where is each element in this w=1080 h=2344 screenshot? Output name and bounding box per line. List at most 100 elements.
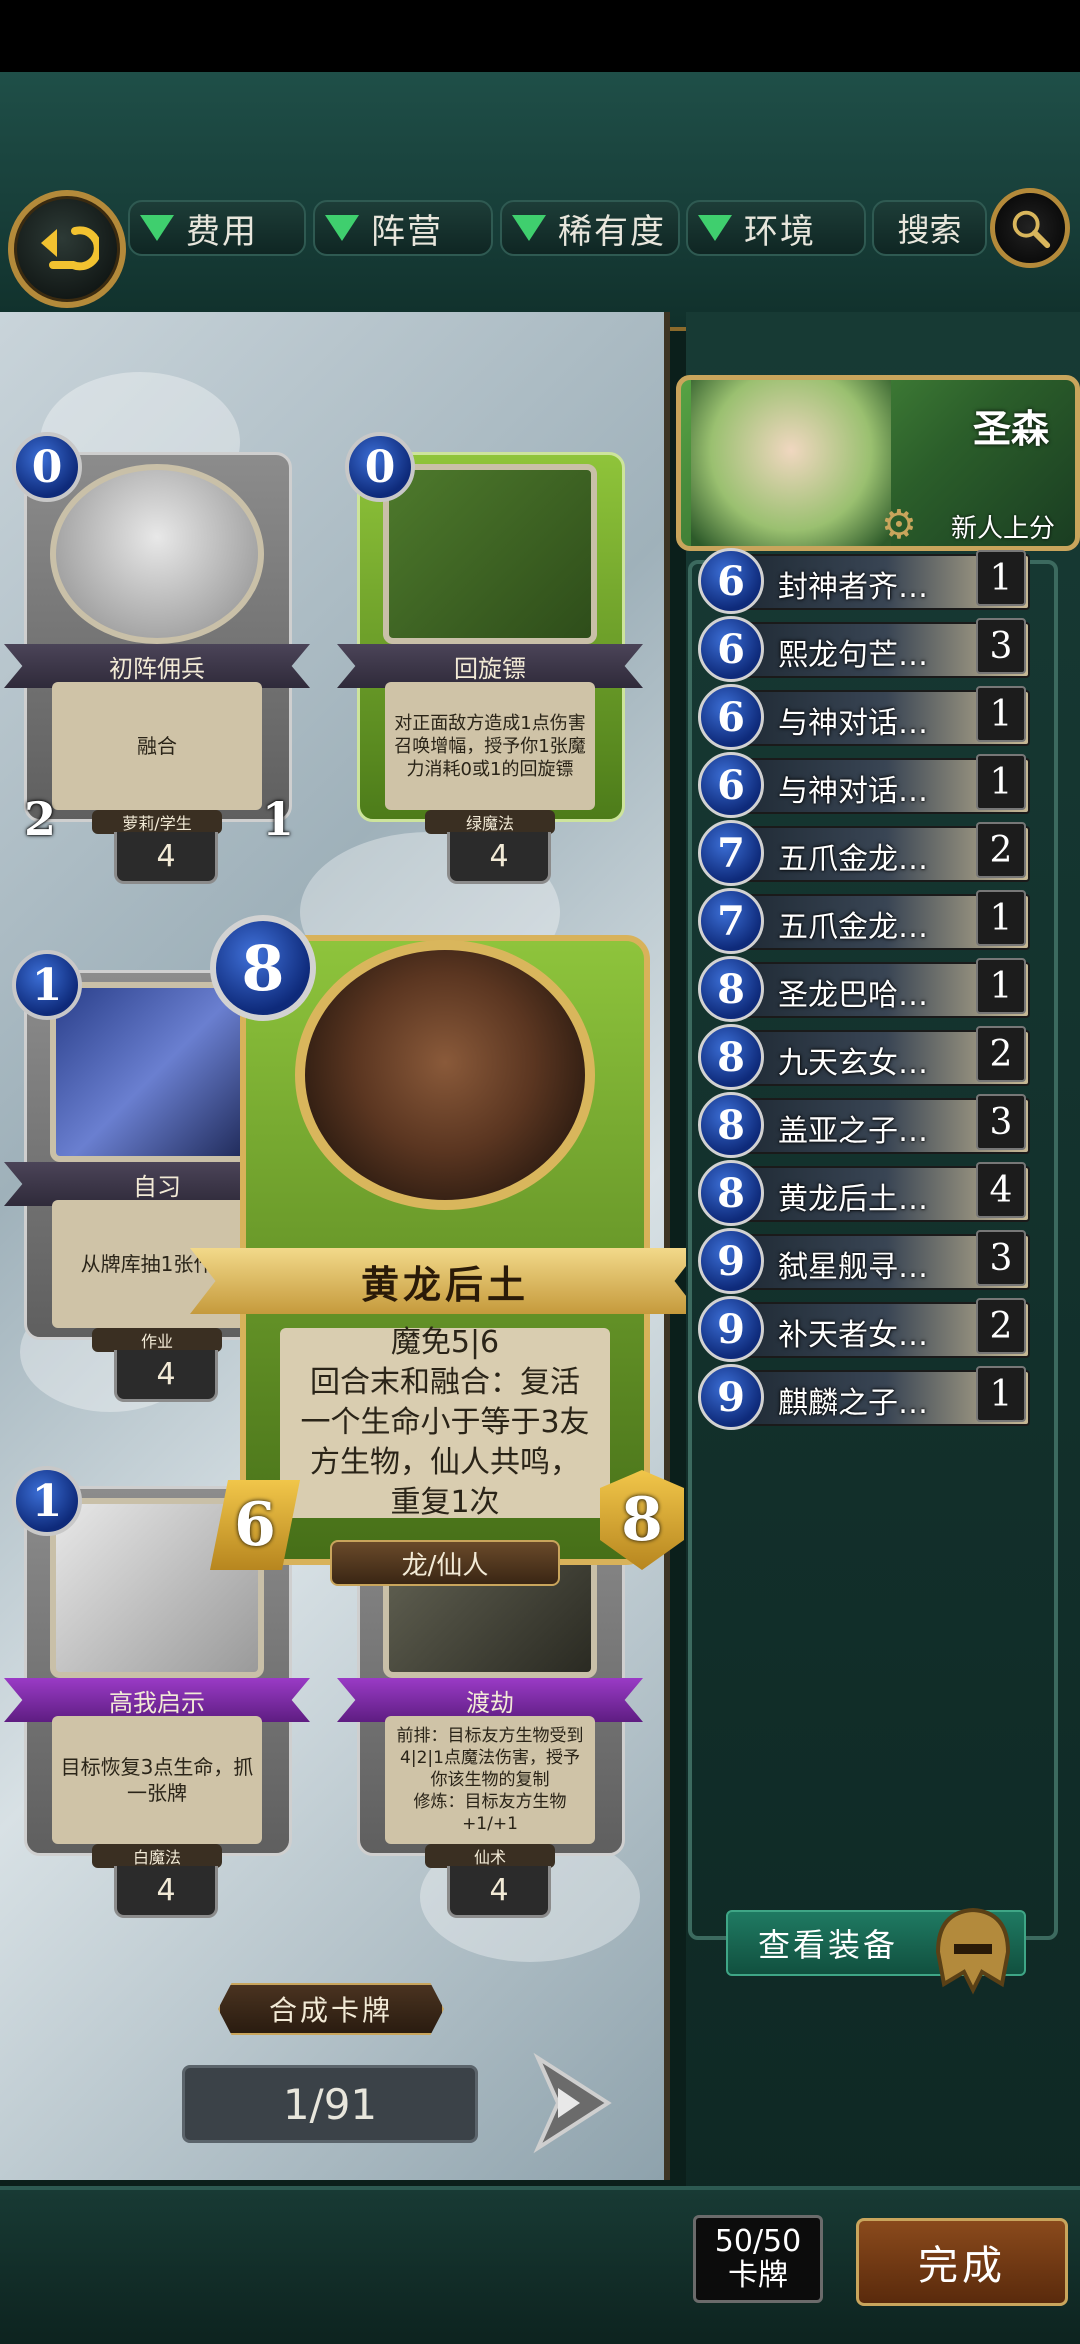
filter-cost[interactable]: 费用	[128, 200, 306, 256]
deck-entry[interactable]: 补天者女… 2 9	[698, 1296, 1030, 1362]
attack-value: 2	[24, 792, 57, 846]
description-line: 一个生命小于等于3友	[300, 1405, 590, 1440]
dropdown-triangle-icon	[698, 215, 732, 241]
deck-entry[interactable]: 九天玄女… 2 8	[698, 1024, 1030, 1090]
card-owned-count: 4	[447, 1866, 551, 1918]
card-owned-count: 4	[114, 1866, 218, 1918]
gear-icon[interactable]: ⚙	[881, 502, 917, 546]
deck-entry[interactable]: 圣龙巴哈… 1 8	[698, 956, 1030, 1022]
collection-card[interactable]: 回旋镖 对正面敌方造成1点伤害 召唤增幅，授予你1张魔力消耗0或1的回旋镖 绿魔…	[337, 432, 643, 884]
deck-count-value: 50/50	[714, 2224, 802, 2259]
search-button[interactable]	[990, 188, 1070, 268]
deck-entry-name: 补天者女…	[778, 1318, 928, 1353]
back-button[interactable]	[8, 190, 126, 308]
deck-entry-cost: 8	[698, 1092, 764, 1158]
dropdown-triangle-icon	[512, 215, 546, 241]
craft-card-button[interactable]: 合成卡牌	[218, 1983, 444, 2035]
deck-entry-name: 封神者齐…	[778, 570, 928, 605]
deck-entry-name: 九天玄女…	[778, 1046, 928, 1081]
deck-entry-quantity: 1	[976, 686, 1026, 742]
deck-entry-cost: 9	[698, 1296, 764, 1362]
featured-card-preview[interactable]: 黄龙后土 魔免5|6 回合末和融合：复活 一个生命小于等于3友 方生物，仙人共鸣…	[190, 880, 700, 1600]
deck-entry-name: 麒麟之子…	[778, 1386, 928, 1421]
deck-entry-quantity: 1	[976, 754, 1026, 810]
filter-environment[interactable]: 环境	[686, 200, 866, 256]
deck-entry[interactable]: 五爪金龙… 1 7	[698, 888, 1030, 954]
mana-cost-gem: 1	[12, 1466, 82, 1536]
deck-entry-cost: 7	[698, 820, 764, 886]
deck-entry-quantity: 2	[976, 1298, 1026, 1354]
card-owned-count: 4	[447, 832, 551, 884]
back-arrow-icon	[41, 226, 99, 271]
deck-entry-cost: 9	[698, 1364, 764, 1430]
filter-environment-label: 环境	[744, 211, 816, 252]
deck-entry-cost: 6	[698, 616, 764, 682]
deck-entry-quantity: 4	[976, 1162, 1026, 1218]
page-indicator: 1/91	[182, 2065, 478, 2143]
card-art	[383, 464, 597, 644]
deck-entry-cost: 9	[698, 1228, 764, 1294]
deck-entry-name: 弑星舰寻…	[778, 1250, 928, 1285]
deck-mode: 新人上分	[950, 514, 1055, 544]
mana-cost-gem: 0	[12, 432, 82, 502]
deck-entry-name: 圣龙巴哈…	[778, 978, 928, 1013]
card-type: 萝莉/学生	[92, 810, 222, 834]
filter-rarity-label: 稀有度	[558, 211, 666, 252]
deck-entry[interactable]: 麒麟之子… 1 9	[698, 1364, 1030, 1430]
status-bar	[0, 0, 1080, 72]
card-art	[50, 464, 264, 644]
description-line: 魔免5|6	[390, 1325, 500, 1360]
magnifier-icon	[1012, 210, 1051, 249]
deck-entry-name: 盖亚之子…	[778, 1114, 928, 1149]
deck-entry[interactable]: 黄龙后土… 4 8	[698, 1160, 1030, 1226]
dropdown-triangle-icon	[325, 215, 359, 241]
deck-entry[interactable]: 盖亚之子… 3 8	[698, 1092, 1030, 1158]
description-line: 重复1次	[390, 1485, 500, 1520]
deck-hero-portrait	[691, 380, 891, 546]
deck-entry-cost: 6	[698, 684, 764, 750]
card-description: 前排：目标友方生物受到4|2|1点魔法伤害，授予你该生物的复制 修炼：目标友方生…	[385, 1716, 595, 1844]
deck-entry-name: 与神对话…	[778, 774, 928, 809]
next-arrow-icon	[533, 2052, 612, 2154]
filter-faction[interactable]: 阵营	[313, 200, 493, 256]
featured-mana-cost: 8	[210, 915, 316, 1021]
deck-entry-quantity: 2	[976, 822, 1026, 878]
deck-entry-quantity: 3	[976, 1094, 1026, 1150]
deck-entry-quantity: 1	[976, 550, 1026, 606]
card-type: 白魔法	[92, 1844, 222, 1868]
deck-entry-name: 熙龙句芒…	[778, 638, 928, 673]
filter-faction-label: 阵营	[371, 211, 443, 252]
card-owned-count: 4	[114, 1350, 218, 1402]
deck-entry[interactable]: 弑星舰寻… 3 9	[698, 1228, 1030, 1294]
search-field[interactable]: 搜索	[872, 200, 987, 256]
featured-card-description: 魔免5|6 回合末和融合：复活 一个生命小于等于3友 方生物，仙人共鸣， 重复1…	[280, 1325, 610, 1520]
deck-entry-cost: 7	[698, 888, 764, 954]
deck-entry-name: 与神对话…	[778, 706, 928, 741]
card-description: 对正面敌方造成1点伤害 召唤增幅，授予你1张魔力消耗0或1的回旋镖	[385, 682, 595, 810]
deck-entry[interactable]: 与神对话… 1 6	[698, 684, 1030, 750]
filter-rarity[interactable]: 稀有度	[500, 200, 680, 256]
card-type: 仙术	[425, 1844, 555, 1868]
deck-entry[interactable]: 五爪金龙… 2 7	[698, 820, 1030, 886]
deck-entry-cost: 6	[698, 752, 764, 818]
card-description: 融合	[52, 682, 262, 810]
helmet-icon[interactable]	[918, 1892, 1028, 2002]
filter-cost-label: 费用	[186, 211, 258, 252]
deck-entry-name: 五爪金龙…	[778, 910, 928, 945]
mana-cost-gem: 0	[345, 432, 415, 502]
deck-entry-name: 黄龙后土…	[778, 1182, 928, 1217]
collection-card[interactable]: 初阵佣兵 融合 萝莉/学生 4 0 2 1	[4, 432, 310, 884]
featured-card-name: 黄龙后土	[190, 1248, 700, 1314]
deck-card-count: 50/50 卡牌	[693, 2215, 823, 2303]
deck-entry[interactable]: 与神对话… 1 6	[698, 752, 1030, 818]
deck-entry-cost: 6	[698, 548, 764, 614]
deck-entry-name: 五爪金龙…	[778, 842, 928, 877]
deck-entry[interactable]: 封神者齐… 1 6	[698, 548, 1030, 614]
deck-header[interactable]: ⚙ 圣森 新人上分	[676, 375, 1080, 551]
done-button[interactable]: 完成	[856, 2218, 1068, 2306]
dropdown-triangle-icon	[140, 215, 174, 241]
deck-entry[interactable]: 熙龙句芒… 3 6	[698, 616, 1030, 682]
deck-entry-quantity: 1	[976, 1366, 1026, 1422]
next-page-button[interactable]	[528, 2048, 616, 2158]
deck-name: 圣森	[972, 407, 1049, 451]
